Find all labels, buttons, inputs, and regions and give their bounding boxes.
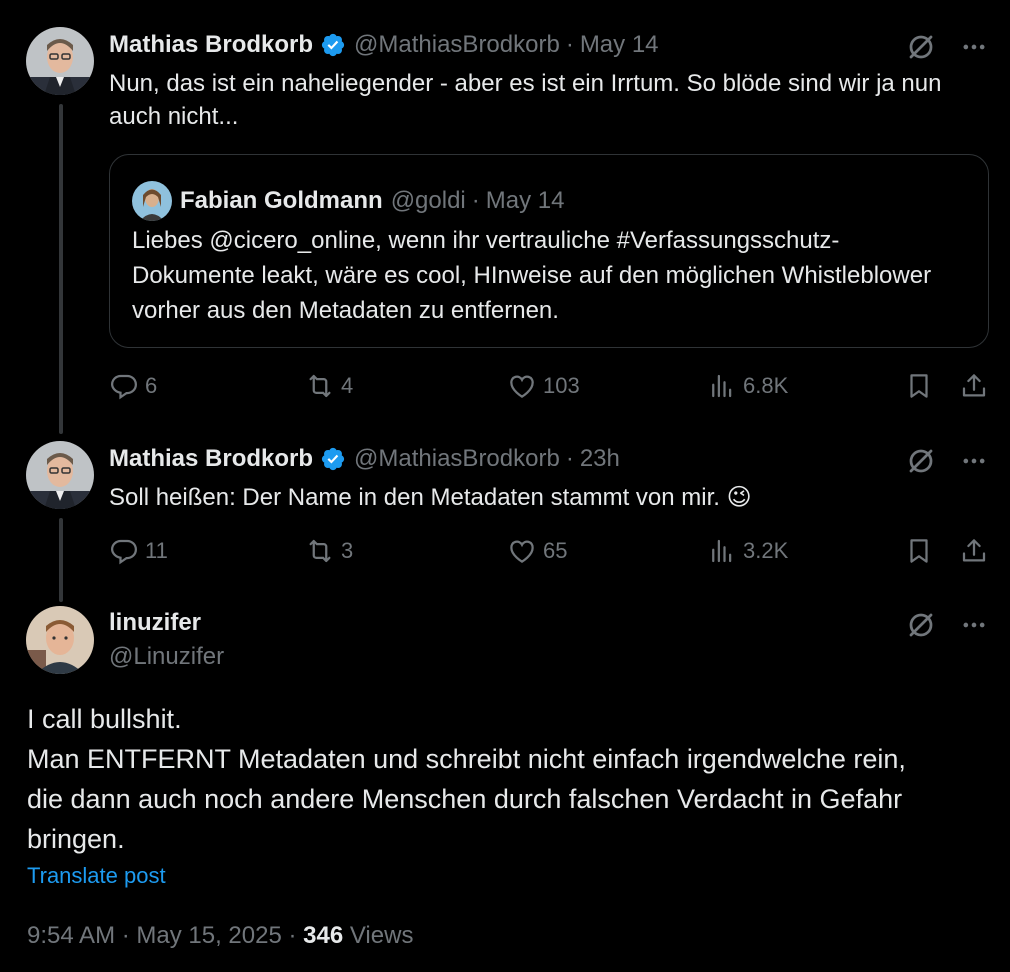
post-text: Soll heißen: Der Name in den Metadaten s… <box>109 481 989 514</box>
reply-icon <box>110 539 138 565</box>
like-button[interactable]: 103 <box>507 366 580 406</box>
share-button[interactable] <box>959 531 989 571</box>
views-count: 3.2K <box>743 538 789 563</box>
share-button[interactable] <box>959 366 989 406</box>
grok-icon[interactable] <box>906 446 936 476</box>
author-name[interactable]: Mathias Brodkorb <box>109 444 313 474</box>
repost-count: 3 <box>341 538 354 563</box>
bookmark-icon <box>910 539 928 563</box>
bookmark-icon <box>910 374 928 398</box>
thread-line <box>59 104 63 434</box>
translate-post-link[interactable]: Translate post <box>27 863 166 889</box>
post-header: Mathias Brodkorb @MathiasBrodkorb · May … <box>109 30 659 60</box>
post-timestamp[interactable]: 9:54 AM · May 15, 2025 · <box>27 922 303 949</box>
post-top-actions <box>906 32 988 62</box>
views-button[interactable]: 6.8K <box>707 366 788 406</box>
author-handle[interactable]: @Linuzifer <box>109 642 224 672</box>
grok-icon[interactable] <box>906 610 936 640</box>
grok-icon[interactable] <box>906 32 936 62</box>
like-icon <box>510 375 534 398</box>
views-count: 6.8K <box>743 373 789 398</box>
like-count: 103 <box>543 373 580 398</box>
main-post-text: I call bullshit. Man ENTFERNT Metadaten … <box>27 699 997 859</box>
repost-count: 4 <box>341 373 354 398</box>
reply-button[interactable]: 6 <box>109 366 157 406</box>
post-header: Mathias Brodkorb @MathiasBrodkorb · 23h <box>109 444 620 474</box>
reply-count: 11 <box>145 538 168 563</box>
views-label: Views <box>343 922 414 949</box>
repost-icon <box>309 374 331 398</box>
views-icon <box>712 374 732 398</box>
avatar[interactable] <box>26 27 94 95</box>
wink-emoji: 😉 <box>726 484 752 511</box>
repost-icon <box>309 539 331 563</box>
more-icon[interactable] <box>960 447 988 475</box>
quoted-author-name: Fabian Goldmann <box>180 187 383 214</box>
author-name[interactable]: Mathias Brodkorb <box>109 30 313 60</box>
bookmark-button[interactable] <box>904 531 934 571</box>
repost-button[interactable]: 4 <box>305 366 353 406</box>
post-action-bar: 6 4 103 6.8K <box>109 366 989 406</box>
like-count: 65 <box>543 538 568 563</box>
author-handle[interactable]: @MathiasBrodkorb <box>354 444 560 474</box>
post-text: Nun, das ist ein naheliegender - aber es… <box>109 70 942 130</box>
main-post-line: Man ENTFERNT Metadaten und schreibt nich… <box>27 744 906 774</box>
more-icon[interactable] <box>960 33 988 61</box>
thread-line <box>59 518 63 602</box>
quoted-post-header: Fabian Goldmann @goldi · May 14 <box>132 181 564 221</box>
like-button[interactable]: 65 <box>507 531 567 571</box>
post-top-actions <box>906 446 988 476</box>
verified-badge-icon <box>321 33 345 57</box>
quoted-post-time: May 14 <box>485 187 565 214</box>
repost-button[interactable]: 3 <box>305 531 353 571</box>
like-icon <box>510 540 534 563</box>
verified-badge-icon <box>321 447 345 471</box>
reply-count: 6 <box>145 373 158 398</box>
author-handle[interactable]: @MathiasBrodkorb <box>354 30 560 60</box>
reply-button[interactable]: 11 <box>109 531 168 571</box>
post-header-handle: @Linuzifer <box>109 642 224 672</box>
views-count: 346 <box>303 922 344 949</box>
quoted-post-text: Liebes @cicero_online, wenn ihr vertraul… <box>132 227 932 324</box>
separator: · <box>471 187 480 214</box>
views-button[interactable]: 3.2K <box>707 531 788 571</box>
main-post-line: die dann auch noch andere Menschen durch… <box>27 784 903 814</box>
views-icon <box>712 539 732 563</box>
separator: · <box>565 445 574 472</box>
author-name[interactable]: linuzifer <box>109 608 201 638</box>
post-text-body: Soll heißen: Der Name in den Metadaten s… <box>109 484 720 511</box>
avatar[interactable] <box>26 606 94 674</box>
quoted-post[interactable]: Fabian Goldmann @goldi · May 14 Liebes @… <box>109 154 989 348</box>
share-icon <box>962 539 986 562</box>
separator: · <box>565 31 574 58</box>
quoted-avatar <box>132 181 172 221</box>
post-action-bar: 11 3 65 3.2K <box>109 531 989 571</box>
share-icon <box>962 374 986 397</box>
post-header: linuzifer <box>109 608 201 638</box>
post-time[interactable]: 23h <box>580 444 620 474</box>
reply-icon <box>110 374 138 400</box>
main-post-line: I call bullshit. <box>27 704 182 734</box>
more-icon[interactable] <box>960 611 988 639</box>
quoted-author-handle: @goldi <box>390 187 466 214</box>
post-time[interactable]: May 14 <box>580 30 659 60</box>
avatar[interactable] <box>26 441 94 509</box>
bookmark-button[interactable] <box>904 366 934 406</box>
post-meta: 9:54 AM · May 15, 2025 · 346 Views <box>27 922 413 950</box>
main-post-line: bringen. <box>27 824 125 854</box>
post-top-actions <box>906 610 988 640</box>
